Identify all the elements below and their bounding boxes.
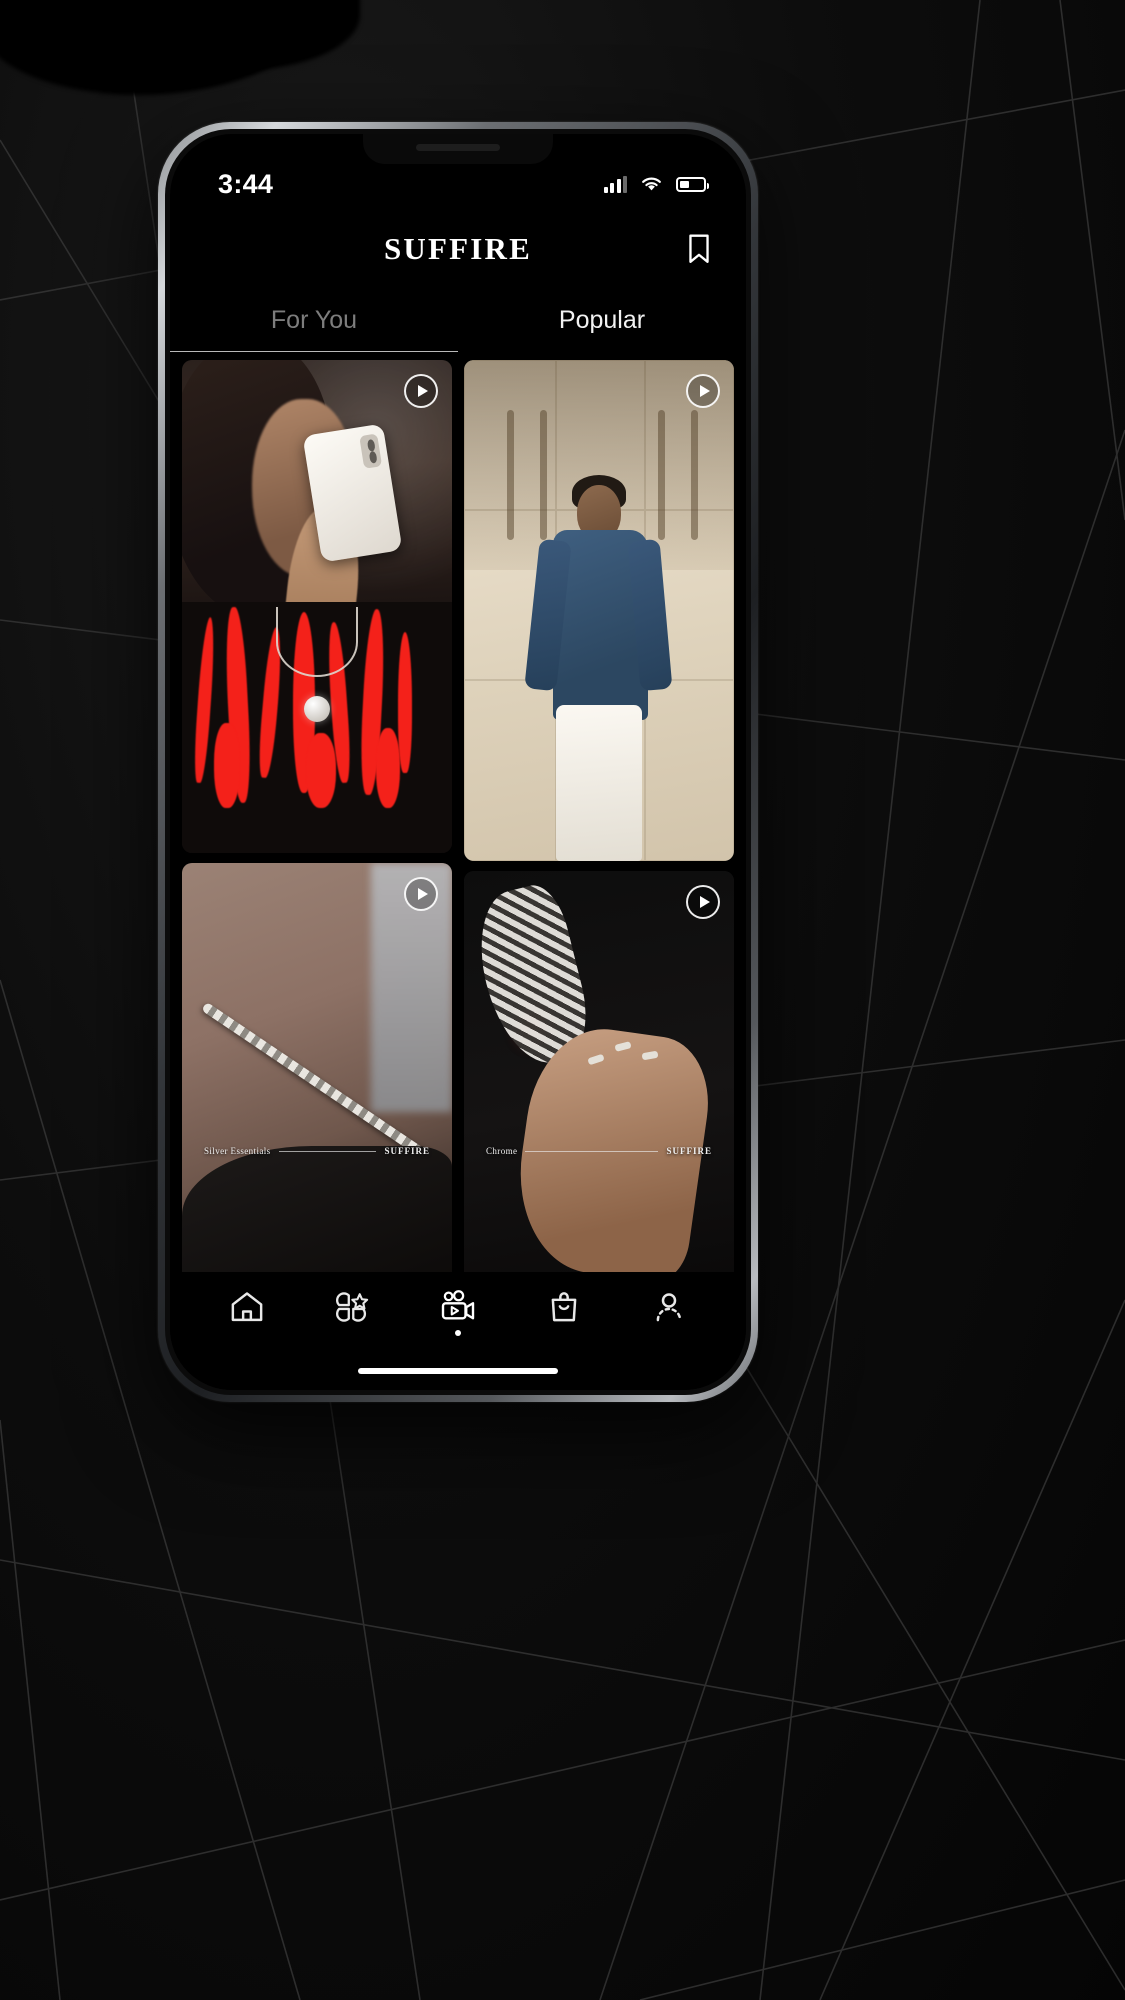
feed-tabs: For You Popular	[170, 288, 746, 352]
card-caption: Chrome SUFFIRE	[464, 1146, 734, 1156]
feed-column-right: Chrome SUFFIRE	[464, 360, 734, 1292]
status-icon-group	[603, 175, 709, 193]
video-card[interactable]: Silver Essentials SUFFIRE	[182, 863, 452, 1292]
feed-column-left: Silver Essentials SUFFIRE	[182, 360, 452, 1292]
video-card[interactable]	[464, 360, 734, 861]
card-caption-title: Silver Essentials	[204, 1146, 271, 1156]
home-indicator	[358, 1368, 558, 1374]
phone-earpiece-speaker	[416, 144, 500, 151]
card-caption: Silver Essentials SUFFIRE	[182, 1146, 452, 1156]
battery-icon	[676, 176, 709, 192]
phone-screen: 3:44 SUFFIRE For You Popular Silver Esse…	[170, 134, 746, 1390]
phone-mockup: 3:44 SUFFIRE For You Popular Silver Esse…	[158, 122, 758, 1402]
caption-divider	[278, 1150, 377, 1152]
nav-active-indicator	[454, 1330, 461, 1336]
status-clock: 3:44	[218, 168, 274, 199]
video-card[interactable]	[182, 360, 452, 854]
video-thumbnail	[182, 863, 452, 1292]
phone-bezel: 3:44 SUFFIRE For You Popular Silver Esse…	[165, 129, 751, 1395]
tab-popular[interactable]: Popular	[458, 288, 746, 352]
nav-item-profile[interactable]	[637, 1290, 701, 1350]
grid-star-icon	[336, 1292, 369, 1322]
video-thumbnail	[464, 870, 734, 1292]
tab-for-you[interactable]: For You	[170, 288, 458, 352]
video-camera-icon	[441, 1290, 475, 1320]
video-feed-grid: Silver Essentials SUFFIRE Chrome SUFFIRE	[170, 352, 746, 1292]
caption-divider	[525, 1150, 659, 1152]
card-caption-title: Chrome	[486, 1146, 518, 1156]
card-caption-brand: SUFFIRE	[666, 1146, 712, 1156]
app-header: SUFFIRE	[170, 210, 746, 288]
video-card[interactable]: Chrome SUFFIRE	[464, 870, 734, 1292]
nav-item-discover[interactable]	[320, 1290, 384, 1350]
video-thumbnail	[464, 360, 734, 861]
nav-item-home[interactable]	[215, 1290, 279, 1350]
nav-item-shop[interactable]	[532, 1290, 596, 1350]
shopping-bag-icon	[551, 1292, 576, 1322]
tab-popular-label: Popular	[558, 305, 646, 334]
bookmark-button[interactable]	[682, 232, 716, 266]
play-button[interactable]	[686, 374, 720, 408]
card-caption-brand: SUFFIRE	[384, 1146, 430, 1156]
home-icon	[231, 1292, 263, 1322]
user-icon	[656, 1293, 682, 1322]
video-thumbnail	[182, 360, 452, 854]
wifi-icon	[642, 177, 661, 190]
cellular-signal-icon	[603, 175, 627, 193]
nav-item-reels[interactable]	[426, 1290, 490, 1350]
tab-for-you-label: For You	[270, 305, 358, 334]
play-button[interactable]	[686, 884, 720, 919]
play-button[interactable]	[404, 374, 438, 408]
app-title: SUFFIRE	[383, 231, 533, 266]
bookmark-icon	[689, 234, 709, 263]
